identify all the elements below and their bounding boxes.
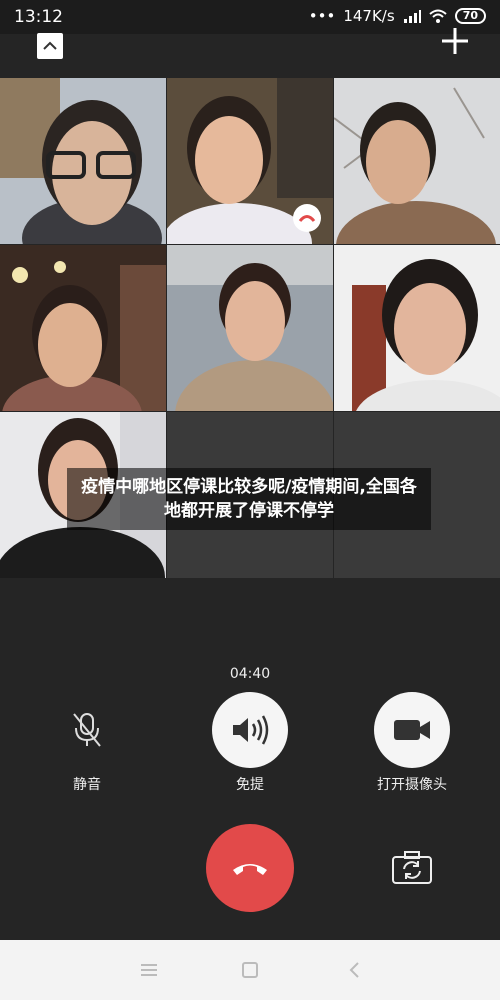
- network-speed: 147K/s: [343, 7, 395, 25]
- video-tile[interactable]: [0, 78, 166, 244]
- speaker-button[interactable]: 免提: [190, 692, 310, 794]
- overlay-caption: 疫情中哪地区停课比较多呢/疫情期间,全国各地都开展了停课不停学: [67, 468, 431, 530]
- home-icon[interactable]: [240, 960, 260, 980]
- mute-label: 静音: [73, 777, 101, 793]
- video-tile[interactable]: [167, 78, 333, 244]
- camera-circle: [374, 692, 450, 768]
- collapse-icon: [43, 41, 57, 50]
- add-participant-button[interactable]: [440, 26, 470, 56]
- call-timer: 04:40: [229, 666, 271, 682]
- menu-icon[interactable]: [139, 960, 159, 980]
- video-tile[interactable]: [334, 245, 500, 411]
- collapse-button[interactable]: [37, 33, 63, 59]
- phone-hangup-icon: [233, 864, 267, 875]
- camera-icon: [394, 720, 430, 740]
- wifi-icon: [429, 9, 447, 23]
- participant-video: [167, 245, 333, 411]
- switch-camera-button[interactable]: [391, 851, 433, 885]
- speaker-label: 免提: [236, 777, 264, 793]
- camera-button[interactable]: 打开摄像头: [352, 692, 472, 794]
- video-tile[interactable]: [167, 245, 333, 411]
- speaker-icon: [233, 715, 269, 745]
- hangup-button[interactable]: [206, 824, 294, 912]
- cell-signal-icon: [403, 10, 421, 23]
- camera-label: 打开摄像头: [377, 777, 447, 793]
- status-time: 13:12: [14, 7, 63, 27]
- system-nav-bar: [0, 940, 500, 1000]
- participant-video: [334, 245, 500, 411]
- participant-video: [0, 78, 166, 244]
- participant-video: [334, 78, 500, 244]
- video-tile[interactable]: [334, 78, 500, 244]
- mic-off-icon: [73, 713, 101, 747]
- participant-video: [167, 78, 333, 244]
- back-icon[interactable]: [345, 960, 365, 980]
- add-icon: [442, 28, 468, 54]
- switch-camera-icon: [392, 851, 432, 884]
- speaker-circle: [212, 692, 288, 768]
- mute-circle: [49, 692, 125, 768]
- status-right: ••• 147K/s 70: [309, 7, 486, 25]
- battery-indicator: 70: [454, 8, 486, 24]
- status-bar: 13:12 ••• 147K/s 70: [0, 0, 500, 34]
- mute-button[interactable]: 静音: [27, 692, 147, 794]
- signal-dots-icon: •••: [308, 7, 336, 25]
- participant-video: [0, 245, 166, 411]
- video-tile[interactable]: [0, 245, 166, 411]
